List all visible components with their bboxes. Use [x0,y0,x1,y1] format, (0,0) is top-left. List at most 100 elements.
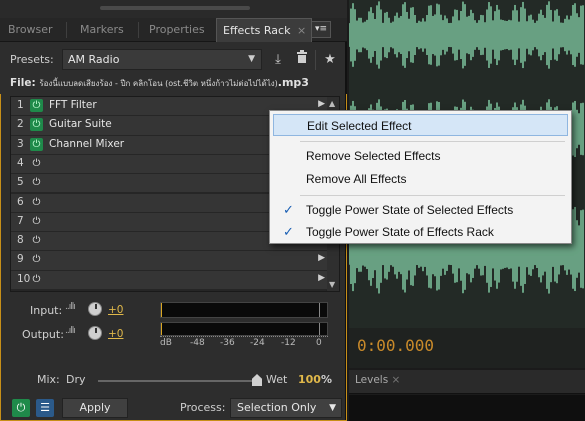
scroll-up-icon[interactable]: ▲ [329,99,335,108]
meter-scale-ticks [160,333,328,337]
levels-panel-tabbar: Levels × [349,370,585,394]
file-name-line: File: ร้องนี้แบบลดเสียงร้อง - ปีก คลิกโอ… [10,75,309,91]
effect-name: FFT Filter [49,99,97,111]
tab-divider [138,22,139,38]
close-icon[interactable]: × [392,374,401,386]
slot-number: 5 [17,176,24,189]
power-icon[interactable]: ⏻ [30,273,43,286]
mix-slider-thumb[interactable] [252,374,262,386]
scroll-down-icon[interactable]: ▼ [329,280,335,289]
output-label: Output: [22,328,64,341]
power-icon[interactable]: ⏻ [30,118,43,132]
levels-meter [349,395,585,421]
process-dropdown[interactable]: Selection Only ▼ [230,398,342,418]
menu-item-toggle-power-rack[interactable]: ✓ Toggle Power State of Effects Rack [273,221,568,243]
menu-separator [300,195,565,196]
list-icon[interactable]: ☰ [36,399,54,417]
chevron-down-icon: ▼ [248,54,255,64]
mix-slider-track[interactable] [98,380,258,382]
rack-power-icon[interactable]: ⏻ [12,399,30,417]
input-gain-value[interactable]: +0 [108,304,123,316]
effect-slot[interactable]: 10 ⏻ ▶ [11,270,327,290]
tab-effects-rack-label: Effects Rack [223,24,291,37]
power-icon[interactable]: ⏻ [30,176,43,189]
tab-browser[interactable]: Browser [2,18,59,42]
panel-grip[interactable] [100,6,250,10]
power-icon[interactable]: ⏻ [30,253,43,266]
output-gain-value[interactable]: +0 [108,328,123,340]
chevron-down-icon: ▼ [329,403,336,413]
power-icon[interactable]: ⏻ [30,137,43,151]
mix-percent[interactable]: 100% [298,373,332,386]
tab-effects-rack[interactable]: Effects Rack × [216,18,312,42]
menu-item-edit-selected-effect[interactable]: Edit Selected Effect [273,114,568,136]
rack-bottom-bar: ⏻ ☰ Apply Process: Selection Only ▼ [10,397,342,419]
power-icon[interactable]: ⏻ [30,99,43,112]
menu-item-label: Toggle Power State of Effects Rack [306,225,494,239]
slot-number: 9 [17,253,24,266]
slot-number: 3 [17,137,24,150]
file-prefix: File: [10,77,36,89]
slot-number: 7 [17,214,24,227]
tab-markers[interactable]: Markers [74,18,130,42]
presets-label: Presets: [10,53,54,66]
close-icon[interactable]: × [297,24,306,37]
tab-divider [66,22,67,38]
apply-button[interactable]: Apply [62,398,128,418]
menu-item-label: Remove Selected Effects [306,149,441,163]
mix-percent-unit: % [320,373,332,386]
meter-scale-label: -36 [220,338,235,348]
slot-number: 2 [17,118,24,131]
current-time[interactable]: 0:00.000 [357,336,434,355]
menu-separator [300,141,565,142]
menu-item-label: Edit Selected Effect [307,119,412,133]
power-icon[interactable]: ⏻ [30,234,43,247]
delete-preset-icon[interactable] [292,49,312,70]
slot-number: 4 [17,156,24,169]
toolbar-divider [315,50,316,70]
slot-number: 1 [17,99,24,111]
checkmark-icon: ✓ [283,224,294,239]
mix-percent-value: 100 [298,373,321,386]
menu-item-toggle-power-selected[interactable]: ✓ Toggle Power State of Selected Effects [273,199,568,221]
panel-tab-bar: Browser Markers Properties Effects Rack … [0,18,347,42]
tab-levels[interactable]: Levels × [355,374,400,386]
panel-drag-strip[interactable] [0,0,347,18]
slot-number: 6 [17,195,24,208]
output-level-bars-icon: ..ıllı [65,326,76,336]
favorite-star-icon[interactable]: ★ [320,49,340,70]
effect-name: Guitar Suite [49,118,112,131]
context-menu: Edit Selected Effect Remove Selected Eff… [269,110,572,244]
file-extension: .mp3 [277,76,309,89]
menu-item-remove-selected-effects[interactable]: Remove Selected Effects [273,145,568,167]
effect-slot[interactable]: 9 ⏻ ▶ [11,251,327,271]
power-icon[interactable]: ⏻ [30,215,43,228]
process-label: Process: [180,401,226,414]
input-label: Input: [30,304,63,317]
meter-scale-label: -24 [250,338,265,348]
slot-expand-icon[interactable]: ▶ [318,99,325,109]
checkmark-icon: ✓ [283,202,294,217]
trash-icon [297,50,307,63]
input-level-meter [160,302,328,318]
presets-dropdown[interactable]: AM Radio ▼ [62,49,262,70]
slot-number: 8 [17,234,24,247]
meter-scale-label: -12 [281,338,296,348]
meter-scale-label: 0 [316,338,322,348]
panel-menu-icon[interactable]: ▾≡ [311,21,331,38]
tab-properties[interactable]: Properties [143,18,211,42]
output-gain-knob[interactable] [88,326,102,340]
save-preset-icon[interactable]: ⤓ [268,49,288,70]
slot-expand-icon[interactable]: ▶ [318,253,325,263]
input-level-bars-icon: ..ıllı [65,302,76,312]
file-name: ร้องนี้แบบลดเสียงร้อง - ปีก คลิกโอน (ost… [39,79,278,88]
input-gain-knob[interactable] [88,302,102,316]
power-icon[interactable]: ⏻ [30,196,43,209]
presets-value: AM Radio [68,53,120,66]
power-icon[interactable]: ⏻ [30,157,43,170]
slot-number: 10 [17,272,31,285]
menu-item-label: Toggle Power State of Selected Effects [306,203,514,217]
tab-levels-label: Levels [355,374,389,386]
menu-item-remove-all-effects[interactable]: Remove All Effects [273,168,568,190]
slot-expand-icon[interactable]: ▶ [318,273,325,283]
